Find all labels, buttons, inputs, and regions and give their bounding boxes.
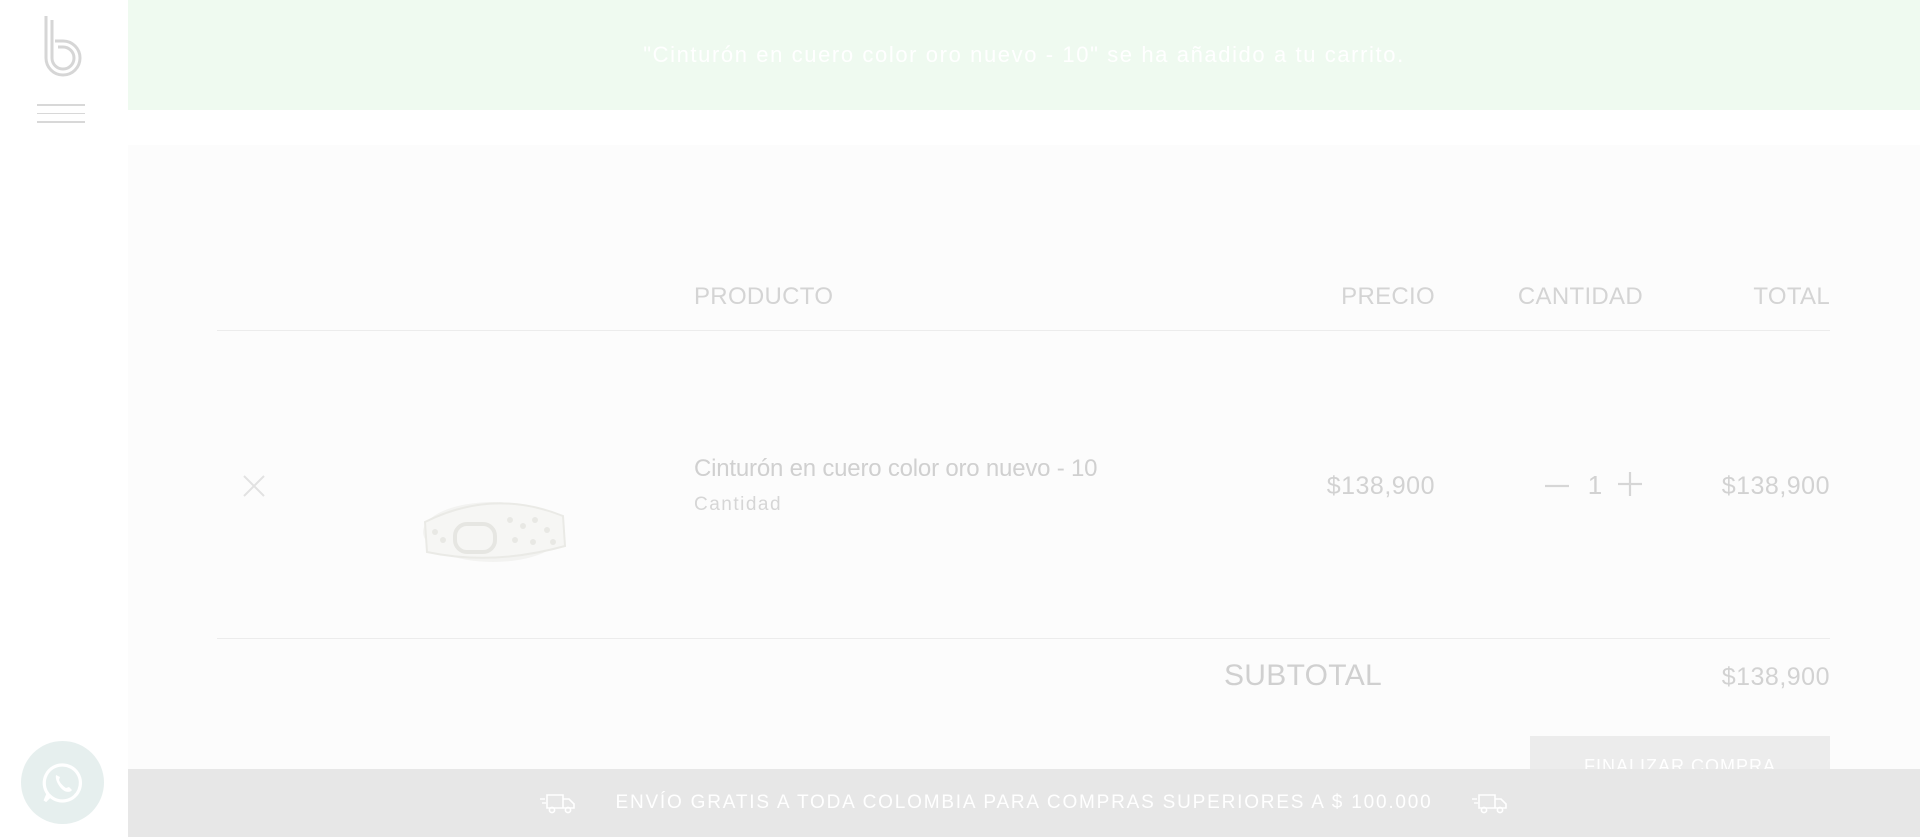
hamburger-menu-button[interactable]	[37, 104, 85, 126]
product-quantity-label: Cantidad	[694, 494, 783, 515]
delivery-truck-icon	[1471, 794, 1507, 814]
notice-text: "Cinturón en cuero color oro nuevo - 10"…	[643, 42, 1405, 67]
added-to-cart-notice: "Cinturón en cuero color oro nuevo - 10"…	[128, 0, 1920, 110]
subtotal-label: SUBTOTAL	[1224, 659, 1382, 692]
delivery-truck-icon	[540, 794, 576, 814]
item-total: $138,900	[1721, 472, 1830, 500]
whatsapp-button[interactable]	[21, 741, 104, 824]
item-price: $138,900	[1326, 472, 1435, 500]
remove-item-button[interactable]	[240, 472, 268, 500]
header-product: PRODUCTO	[694, 283, 834, 310]
plus-icon	[1618, 472, 1642, 496]
product-image[interactable]	[415, 480, 575, 576]
belt-image	[423, 502, 567, 562]
quantity-decrease-button[interactable]	[1543, 472, 1571, 500]
close-icon	[243, 475, 265, 497]
cart-panel	[128, 145, 1920, 837]
header-price: PRECIO	[1341, 283, 1435, 310]
header-total: TOTAL	[1753, 283, 1830, 310]
b-logo-icon[interactable]	[40, 14, 86, 82]
minus-icon	[1545, 484, 1569, 488]
free-shipping-bar: ENVÍO GRATIS A TODA COLOMBIA PARA COMPRA…	[128, 769, 1920, 837]
subtotal-value: $138,900	[1721, 663, 1830, 691]
whatsapp-icon	[42, 762, 82, 803]
quantity-value[interactable]: 1	[1586, 470, 1604, 501]
row-divider	[217, 638, 1830, 639]
header-quantity: CANTIDAD	[1517, 283, 1643, 310]
header-divider	[217, 330, 1830, 331]
hamburger-icon	[37, 104, 85, 106]
quantity-increase-button[interactable]	[1616, 470, 1644, 498]
sidebar	[0, 0, 128, 837]
free-shipping-text: ENVÍO GRATIS A TODA COLOMBIA PARA COMPRA…	[615, 792, 1433, 813]
product-name-link[interactable]: Cinturón en cuero color oro nuevo - 10	[694, 455, 1098, 483]
